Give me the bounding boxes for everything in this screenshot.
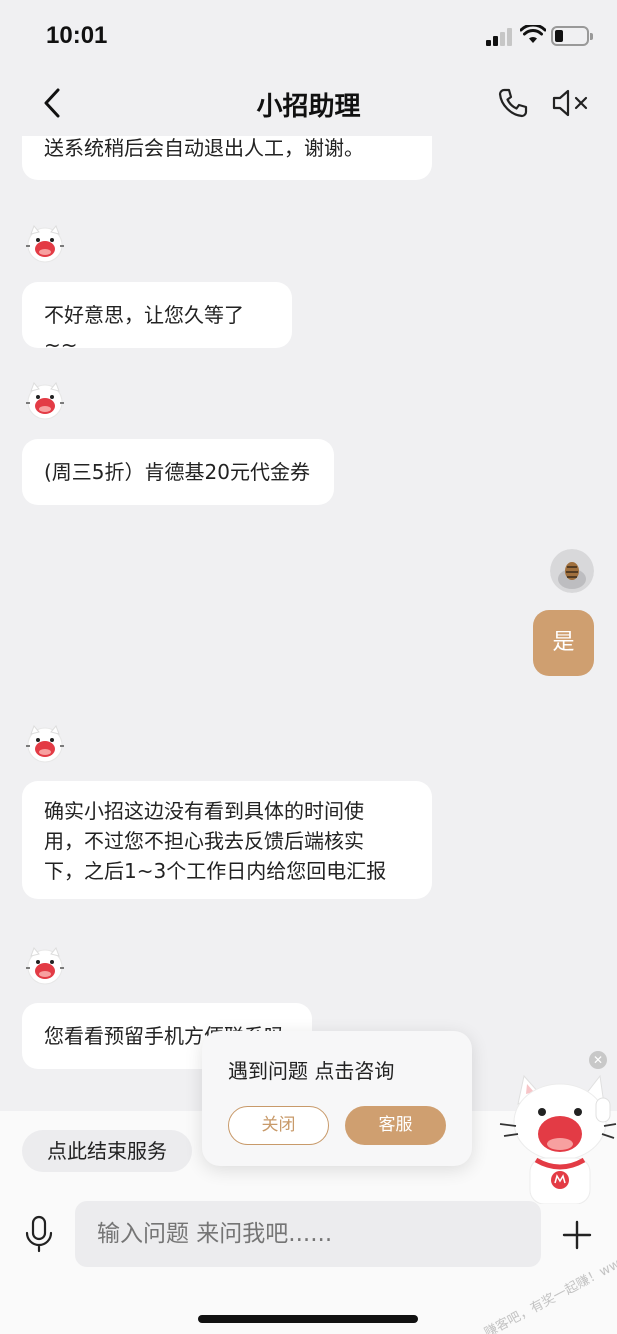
bot-avatar-icon [26, 382, 64, 420]
bot-message: 确实小招这边没有看到具体的时间使 用，不过您不担心我去反馈后端核实 下，之后1~… [22, 781, 432, 899]
end-service-button[interactable]: 点此结束服务 [22, 1130, 192, 1172]
wifi-icon [520, 25, 546, 43]
customer-service-button[interactable]: 客服 [345, 1106, 446, 1145]
microphone-icon[interactable] [24, 1215, 54, 1253]
signal-icon [486, 28, 514, 46]
message-text: 不好意思，让您久等了~~ [44, 303, 244, 357]
bot-avatar-icon [26, 947, 64, 985]
bot-avatar-icon [26, 225, 64, 263]
message-line: 确实小招这边没有看到具体的时间使 [44, 799, 364, 823]
user-avatar [550, 549, 594, 593]
mute-speaker-icon[interactable] [550, 86, 590, 120]
status-bar: 10:01 [0, 0, 617, 70]
popup-text: 遇到问题 点击咨询 [228, 1059, 395, 1083]
message-text: 送系统稍后会自动退出人工，谢谢。 [44, 136, 364, 160]
bot-avatar-icon [26, 725, 64, 763]
bot-message: (周三5折）肯德基20元代金券 [22, 439, 334, 505]
nav-bar: 小招助理 [0, 70, 617, 136]
bot-message: 不好意思，让您久等了~~ [22, 282, 292, 357]
question-input[interactable] [75, 1201, 541, 1267]
mascot-cat-icon[interactable] [496, 1064, 617, 1204]
user-message: 是 [533, 610, 594, 676]
message-line: 下，之后1~3个工作日内给您回电汇报 [44, 859, 387, 883]
bot-message: 送系统稍后会自动退出人工，谢谢。 [22, 136, 432, 180]
home-indicator[interactable] [198, 1315, 418, 1323]
message-text: (周三5折）肯德基20元代金券 [44, 460, 310, 484]
battery-icon [551, 26, 593, 46]
consult-popup: 遇到问题 点击咨询 关闭 客服 [202, 1031, 472, 1166]
close-button[interactable]: 关闭 [228, 1106, 329, 1145]
message-text: 是 [552, 630, 575, 655]
close-icon[interactable]: ✕ [589, 1051, 607, 1069]
message-line: 用，不过您不担心我去反馈后端核实 [44, 829, 364, 853]
status-time: 10:01 [46, 22, 108, 49]
phone-icon[interactable] [496, 86, 530, 120]
plus-icon[interactable] [562, 1220, 592, 1250]
chat-area[interactable]: 送系统稍后会自动退出人工，谢谢。 不好意思，让您久等了~~ (周三5折）肯德基2… [0, 136, 617, 1111]
